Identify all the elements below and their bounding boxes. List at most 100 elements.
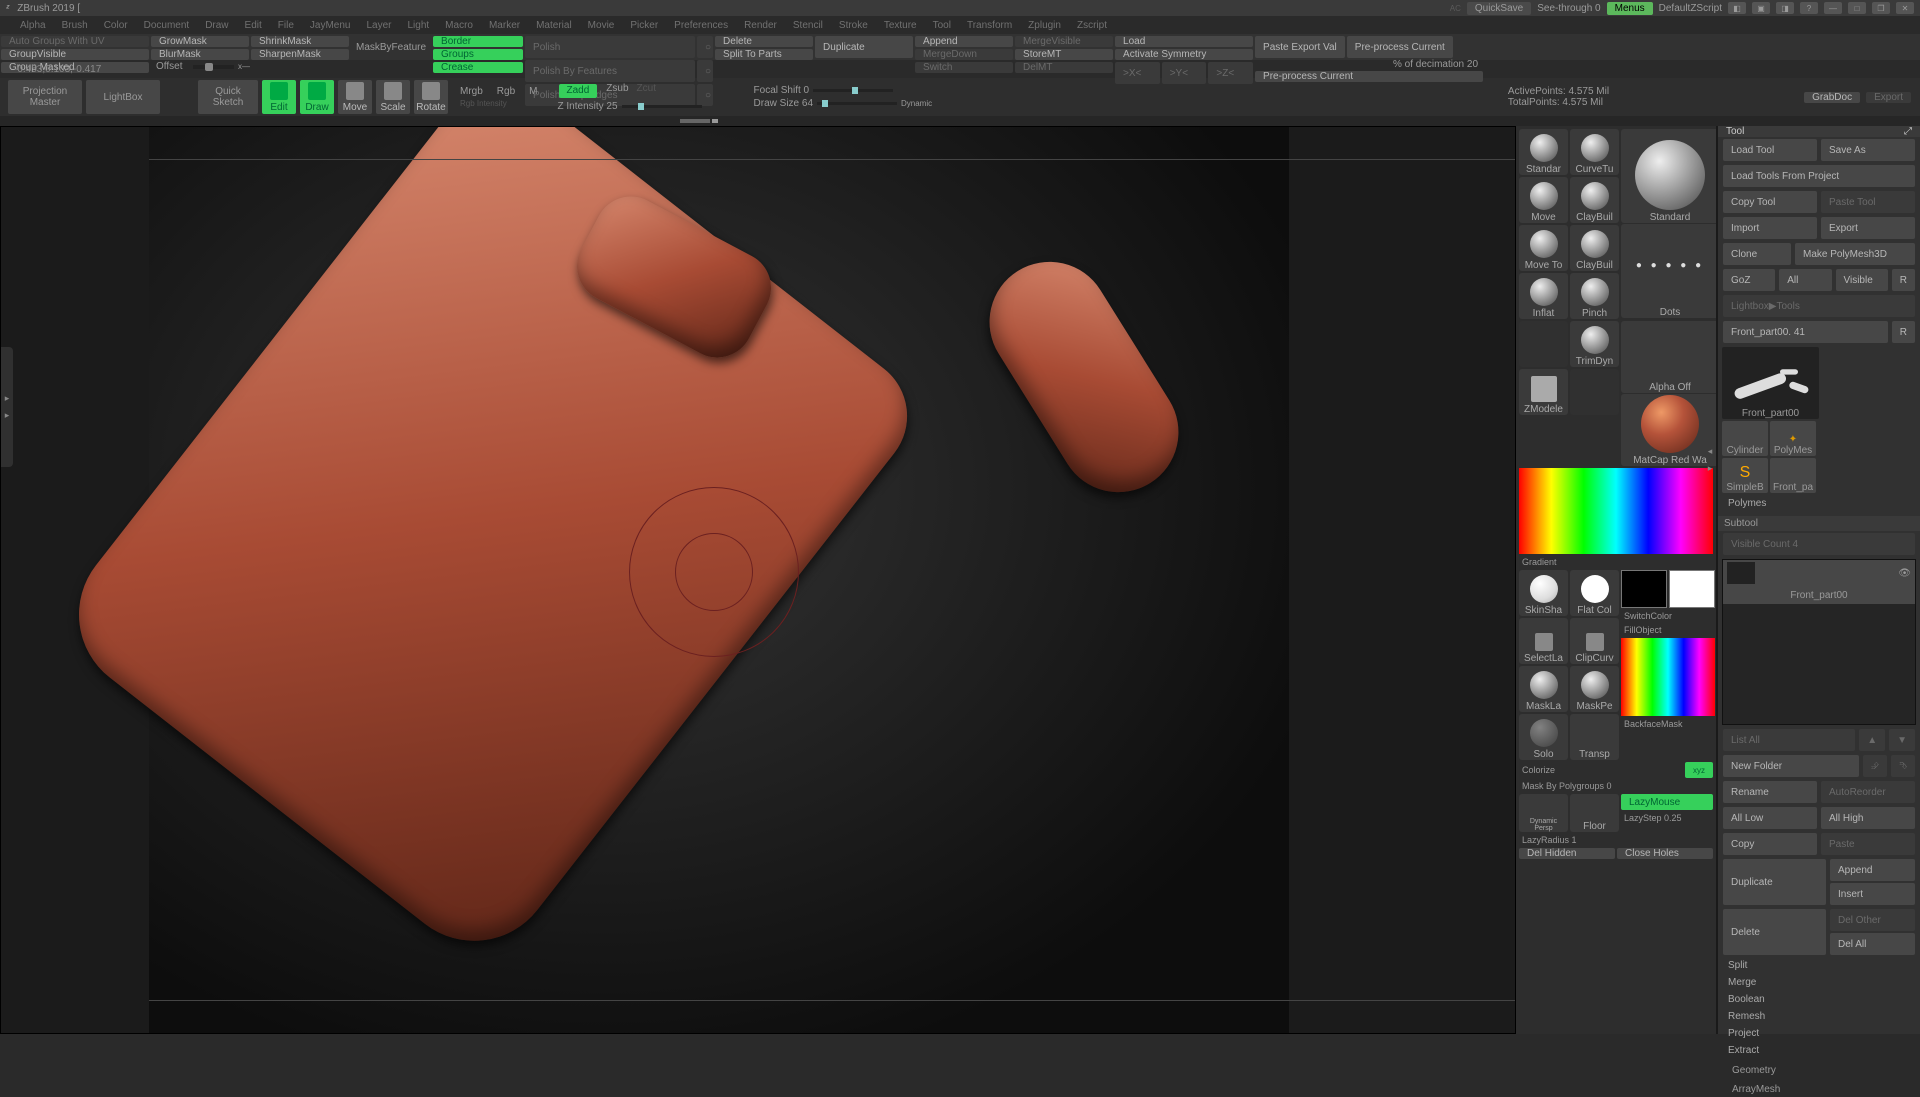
sharpenmask-button[interactable]: SharpenMask	[251, 49, 349, 60]
default-zscript-button[interactable]: DefaultZScript	[1659, 3, 1722, 14]
menu-edit[interactable]: Edit	[239, 20, 268, 31]
dock-center-icon[interactable]: ▣	[1752, 2, 1770, 14]
scale-mode-button[interactable]: Scale	[376, 80, 410, 114]
clone-button[interactable]: Clone	[1723, 243, 1791, 265]
switchcolor-button[interactable]: SwitchColor	[1620, 609, 1716, 623]
dynamic-label[interactable]: Dynamic	[901, 99, 932, 108]
delete-subtool-button[interactable]: Delete	[1723, 909, 1826, 955]
menu-material[interactable]: Material	[530, 20, 578, 31]
autoreorder-button[interactable]: AutoReorder	[1821, 781, 1915, 803]
move-up-icon[interactable]: ⮵	[1863, 755, 1887, 777]
xyz-button[interactable]: xyz	[1685, 762, 1713, 778]
lazyradius-slider[interactable]: LazyRadius 1	[1518, 833, 1714, 847]
mat-flatcolor[interactable]: Flat Col	[1570, 570, 1619, 616]
tool-thumb-polymesh[interactable]: ✦PolyMes	[1770, 421, 1816, 456]
append-button[interactable]: Append	[915, 36, 1013, 47]
paste-subtool-button[interactable]: Paste	[1821, 833, 1915, 855]
brush-maskpen[interactable]: MaskPe	[1570, 666, 1619, 712]
splittoparts-button[interactable]: Split To Parts	[715, 49, 813, 60]
viewport[interactable]: ▸▸	[0, 126, 1516, 1034]
menu-render[interactable]: Render	[738, 20, 783, 31]
menu-texture[interactable]: Texture	[878, 20, 923, 31]
quicksketch-button[interactable]: Quick Sketch	[198, 80, 258, 114]
goz-all-button[interactable]: All	[1779, 269, 1831, 291]
remesh-section[interactable]: Remesh	[1718, 1008, 1920, 1025]
delall-button[interactable]: Del All	[1830, 933, 1915, 955]
listall-down-icon[interactable]: ▼	[1889, 729, 1915, 751]
boolean-section[interactable]: Boolean	[1718, 991, 1920, 1008]
load-button[interactable]: Load	[1115, 36, 1253, 47]
loadproject-button[interactable]: Load Tools From Project	[1723, 165, 1915, 187]
delother-button[interactable]: Del Other	[1830, 909, 1915, 931]
brush-move[interactable]: Move	[1519, 177, 1568, 223]
import-button[interactable]: Import	[1723, 217, 1817, 239]
groupvisible-button[interactable]: GroupVisible	[1, 49, 149, 60]
current-material[interactable]: MatCap Red Wa	[1621, 394, 1716, 466]
close-icon[interactable]: ✕	[1896, 2, 1914, 14]
shrinkmask-button[interactable]: ShrinkMask	[251, 36, 349, 47]
sym-x-button[interactable]: >X<	[1115, 62, 1160, 84]
brush-empty-1[interactable]	[1519, 321, 1568, 367]
duplicate-subtool-button[interactable]: Duplicate	[1723, 859, 1826, 905]
current-stroke[interactable]: ● ● ● ● ● Dots	[1621, 224, 1716, 318]
dyn-persp-button[interactable]: Dynamic Persp	[1519, 794, 1568, 832]
append-subtool-button[interactable]: Append	[1830, 859, 1915, 881]
menu-draw[interactable]: Draw	[199, 20, 234, 31]
delete-button[interactable]: Delete	[715, 36, 813, 47]
mat-skinshade[interactable]: SkinSha	[1519, 570, 1568, 616]
tool-thumb-cylinder[interactable]: Cylinder	[1722, 421, 1768, 456]
colorize-button[interactable]: Colorize	[1518, 763, 1684, 777]
brush-movetopo[interactable]: Move To	[1519, 225, 1568, 271]
backfacemask-button[interactable]: BackfaceMask	[1620, 717, 1716, 731]
split-section[interactable]: Split	[1718, 957, 1920, 974]
menu-stencil[interactable]: Stencil	[787, 20, 829, 31]
mrgb-button[interactable]: Mrgb	[460, 86, 483, 97]
duplicate-button[interactable]: Duplicate	[815, 36, 913, 58]
loadtool-button[interactable]: Load Tool	[1723, 139, 1817, 161]
rgb-button[interactable]: Rgb	[497, 86, 515, 97]
menu-layer[interactable]: Layer	[360, 20, 397, 31]
menu-picker[interactable]: Picker	[624, 20, 664, 31]
maskbypolygroups-slider[interactable]: Mask By Polygroups 0	[1518, 779, 1714, 793]
dock-left-icon[interactable]: ◧	[1728, 2, 1746, 14]
toolname-r-button[interactable]: R	[1892, 321, 1915, 343]
eye-icon[interactable]: 👁	[1898, 568, 1911, 579]
lightbox-tools-button[interactable]: Lightbox▶Tools	[1723, 295, 1915, 317]
brush-claybuild[interactable]: ClayBuil	[1570, 177, 1619, 223]
offset-slider[interactable]	[193, 65, 235, 69]
copytool-button[interactable]: Copy Tool	[1723, 191, 1817, 213]
drawsize-label[interactable]: Draw Size 64	[754, 98, 813, 109]
extract-section[interactable]: Extract	[1718, 1042, 1920, 1059]
newfolder-button[interactable]: New Folder	[1723, 755, 1859, 777]
copy-subtool-button[interactable]: Copy	[1723, 833, 1817, 855]
menus-button[interactable]: Menus	[1607, 2, 1653, 15]
growmask-button[interactable]: GrowMask	[151, 36, 249, 47]
brush-zmodeler[interactable]: ZModele	[1519, 369, 1568, 415]
crease-button[interactable]: Crease	[433, 62, 523, 73]
listall-button[interactable]: List All	[1723, 729, 1855, 751]
mergevisible-button[interactable]: MergeVisible	[1015, 36, 1113, 47]
transp-button[interactable]: Transp	[1570, 714, 1619, 760]
menu-transform[interactable]: Transform	[961, 20, 1018, 31]
menu-zscript[interactable]: Zscript	[1071, 20, 1113, 31]
move-down-icon[interactable]: ⮷	[1891, 755, 1915, 777]
brush-curvetube[interactable]: CurveTu	[1570, 129, 1619, 175]
timeline-bar[interactable]	[0, 116, 1920, 126]
zintensity-slider[interactable]	[622, 105, 702, 108]
brush-selectlasso[interactable]: SelectLa	[1519, 618, 1568, 664]
brush-masklasso[interactable]: MaskLa	[1519, 666, 1568, 712]
canvas[interactable]	[149, 127, 1289, 1033]
polishbf-dot[interactable]: ○	[697, 60, 713, 82]
activatesym-button[interactable]: Activate Symmetry	[1115, 49, 1253, 60]
help-icon[interactable]: ?	[1800, 2, 1818, 14]
lightbox-button[interactable]: LightBox	[86, 80, 160, 114]
storemt-button[interactable]: StoreMT	[1015, 49, 1113, 60]
saveas-button[interactable]: Save As	[1821, 139, 1915, 161]
tool-thumb-frontpart[interactable]: Front_pa	[1770, 458, 1816, 493]
menu-jaymenu[interactable]: JayMenu	[304, 20, 357, 31]
goz-r-button[interactable]: R	[1892, 269, 1915, 291]
swatch-white[interactable]	[1669, 570, 1715, 608]
polish-dot[interactable]: ○	[697, 36, 713, 58]
left-dock-handle[interactable]: ▸▸	[1, 347, 13, 467]
zcut-button[interactable]: Zcut	[637, 83, 656, 99]
